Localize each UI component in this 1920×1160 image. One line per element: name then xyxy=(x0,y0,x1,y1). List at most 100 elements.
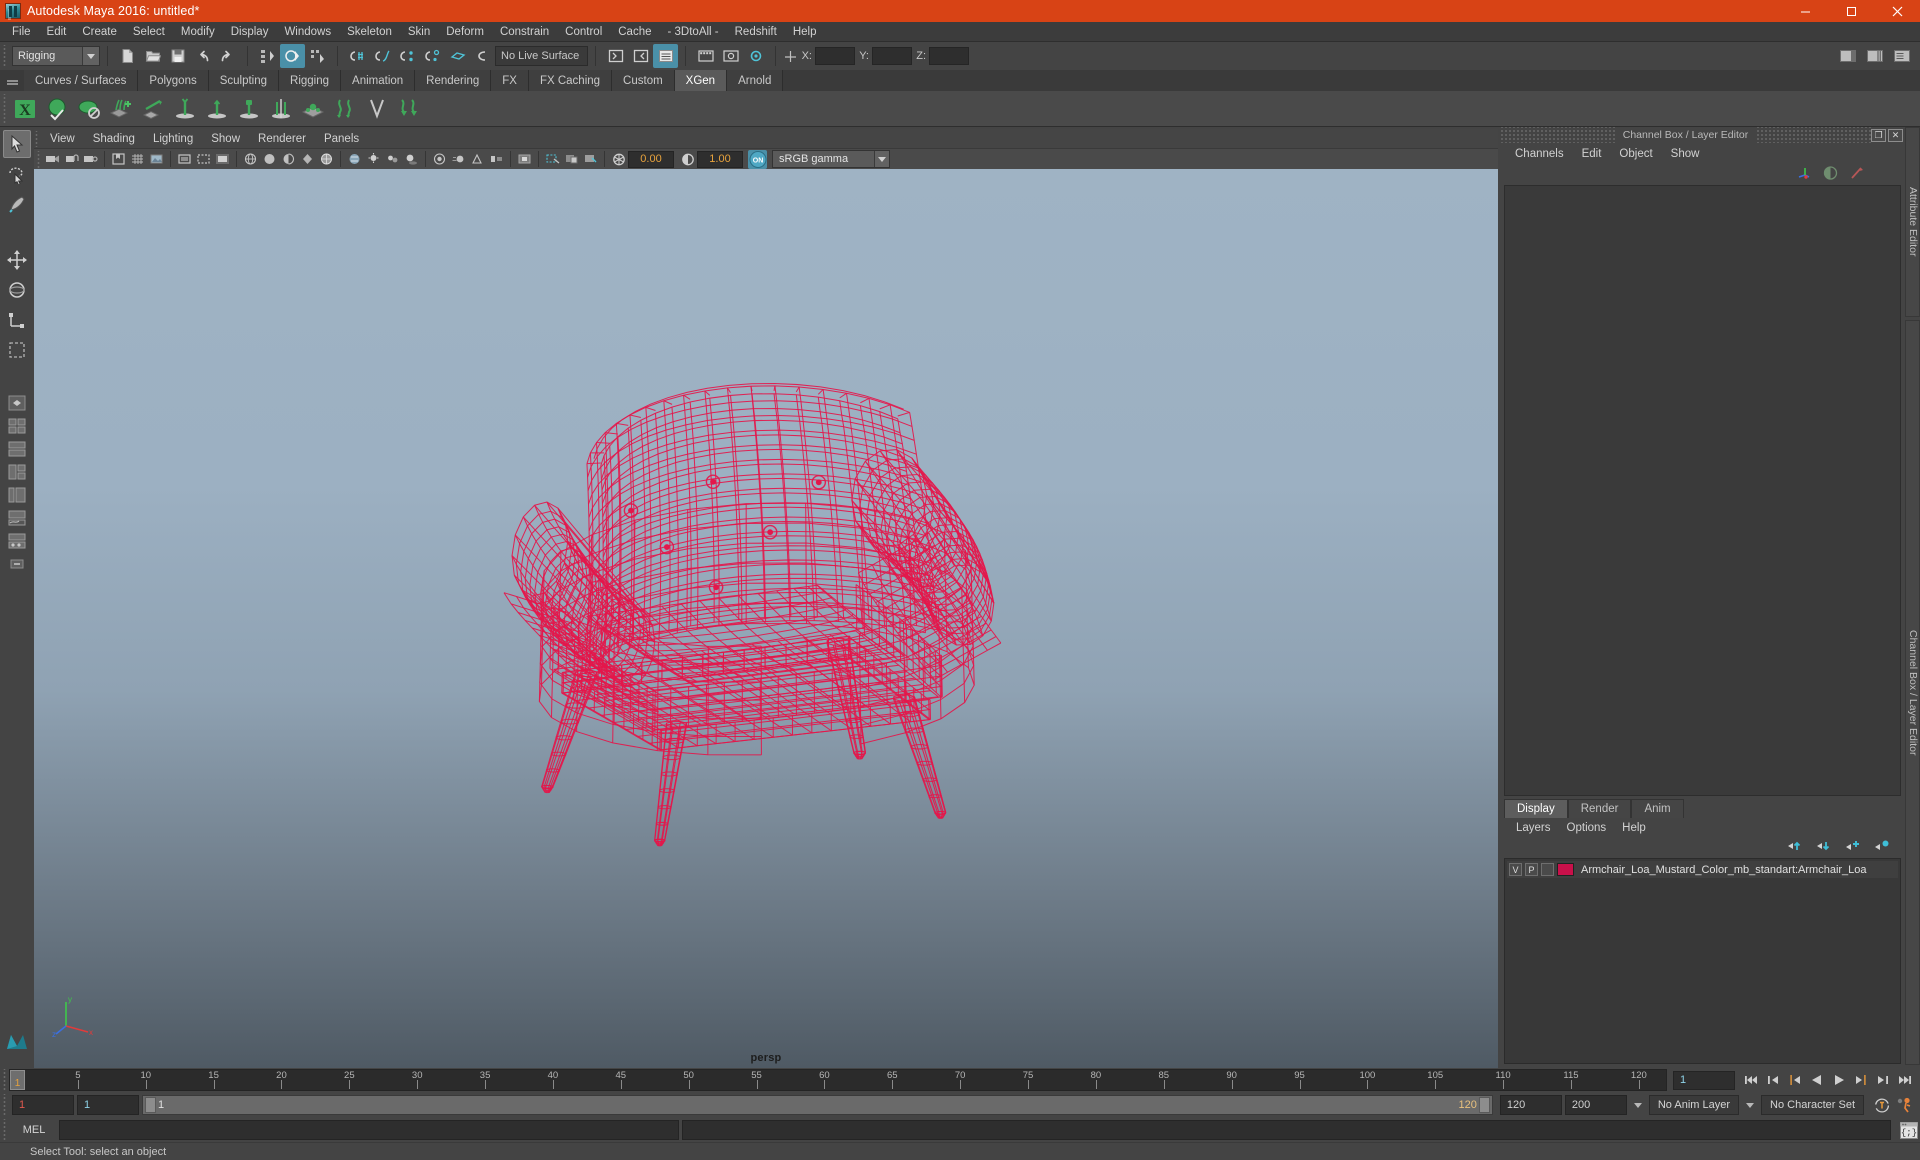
shelf-gripper[interactable] xyxy=(2,93,9,124)
character-set-dropdown-arrow-icon[interactable] xyxy=(1742,1095,1758,1115)
channel-box-attribute-list[interactable] xyxy=(1504,185,1901,796)
sidebar-toggle-tool-settings-icon[interactable] xyxy=(1862,44,1887,68)
armchair-wireframe-model[interactable] xyxy=(34,169,1498,1068)
shadows-toggle-icon[interactable] xyxy=(402,150,421,169)
layer-row[interactable]: V P Armchair_Loa_Mustard_Color_mb_standart… xyxy=(1507,861,1898,878)
xgen-editor-icon[interactable]: X xyxy=(9,93,41,125)
xgen-import-collection-icon[interactable] xyxy=(137,93,169,125)
channel-box-menu-object[interactable]: Object xyxy=(1610,146,1661,162)
select-by-hierarchy-icon[interactable] xyxy=(255,44,280,68)
time-slider-gripper[interactable] xyxy=(2,1069,9,1091)
xray-joints-icon[interactable] xyxy=(562,150,581,169)
viewport-menu-shading[interactable]: Shading xyxy=(84,132,144,146)
layer-visibility-toggle[interactable]: V xyxy=(1509,863,1522,876)
more-layouts-icon[interactable] xyxy=(4,553,30,575)
menu-item-windows[interactable]: Windows xyxy=(276,24,339,40)
menu-item-deform[interactable]: Deform xyxy=(438,24,492,40)
menuset-selector[interactable]: Rigging xyxy=(12,46,100,66)
animation-start-time-field[interactable]: 1 xyxy=(12,1095,74,1115)
minimize-button[interactable] xyxy=(1782,0,1828,22)
z-input[interactable] xyxy=(929,47,969,65)
xgen-cut-icon[interactable] xyxy=(361,93,393,125)
x-input[interactable] xyxy=(815,47,855,65)
shelf-tab-fx[interactable]: FX xyxy=(491,70,529,91)
viewport-menu-lighting[interactable]: Lighting xyxy=(144,132,202,146)
command-output-field[interactable] xyxy=(682,1120,1891,1140)
xgen-clump-icon[interactable] xyxy=(297,93,329,125)
undo-icon[interactable] xyxy=(190,44,215,68)
snap-to-view-plane-icon[interactable] xyxy=(445,44,470,68)
layer-list[interactable]: V P Armchair_Loa_Mustard_Color_mb_standart… xyxy=(1504,858,1901,1064)
multisample-aa-icon[interactable] xyxy=(468,150,487,169)
use-all-lights-icon[interactable] xyxy=(383,150,402,169)
three-panes-split-icon[interactable] xyxy=(4,461,30,483)
gamma-icon[interactable] xyxy=(678,150,697,169)
show-hide-tool-settings-icon[interactable] xyxy=(628,44,653,68)
open-scene-icon[interactable] xyxy=(140,44,165,68)
range-slider-bar[interactable]: 1 120 xyxy=(142,1095,1493,1115)
layer-editor-menu-options[interactable]: Options xyxy=(1559,821,1615,835)
command-input-field[interactable] xyxy=(59,1120,679,1140)
move-tool-icon[interactable] xyxy=(3,246,31,274)
wireframe-icon[interactable] xyxy=(241,150,260,169)
layer-editor-menu-layers[interactable]: Layers xyxy=(1508,821,1559,835)
y-input[interactable] xyxy=(872,47,912,65)
step-forward-frame-icon[interactable] xyxy=(1851,1071,1870,1090)
sidebar-toggle-channel-box-icon[interactable] xyxy=(1889,44,1914,68)
four-view-layout-icon[interactable] xyxy=(4,415,30,437)
shelf-tab-arnold[interactable]: Arnold xyxy=(727,70,784,91)
range-slider-right-handle[interactable] xyxy=(1478,1097,1490,1113)
select-by-object-icon[interactable] xyxy=(280,44,305,68)
viewport-menu-renderer[interactable]: Renderer xyxy=(249,132,315,146)
shelf-tab-rigging[interactable]: Rigging xyxy=(279,70,342,91)
outliner-persp-layout-icon[interactable] xyxy=(4,484,30,506)
script-editor-icon[interactable]: {;} xyxy=(1898,1120,1920,1140)
playback-start-time-field[interactable]: 1 xyxy=(77,1095,139,1115)
go-to-start-icon[interactable] xyxy=(1741,1071,1760,1090)
xray-icon[interactable] xyxy=(543,150,562,169)
snap-to-point-icon[interactable] xyxy=(395,44,420,68)
animation-preferences-icon[interactable] xyxy=(1873,1096,1892,1115)
screen-space-ao-icon[interactable] xyxy=(430,150,449,169)
channel-box-menu-channels[interactable]: Channels xyxy=(1506,146,1573,162)
viewport-menu-view[interactable]: View xyxy=(41,132,84,146)
snap-to-projected-center-icon[interactable] xyxy=(420,44,445,68)
range-slider-gripper[interactable] xyxy=(2,1094,9,1116)
viewport-menu-panels[interactable]: Panels xyxy=(315,132,368,146)
smooth-shade-all-icon[interactable] xyxy=(260,150,279,169)
lock-camera-icon[interactable] xyxy=(62,150,81,169)
scale-tool-icon[interactable] xyxy=(3,306,31,334)
gate-mask-icon[interactable] xyxy=(213,150,232,169)
menu-item-help[interactable]: Help xyxy=(785,24,825,40)
play-forwards-icon[interactable] xyxy=(1829,1071,1848,1090)
shelf-tab-sculpting[interactable]: Sculpting xyxy=(208,70,280,91)
image-plane-icon[interactable] xyxy=(147,150,166,169)
two-panes-stacked-icon[interactable] xyxy=(4,438,30,460)
character-set-selector[interactable]: No Character Set xyxy=(1761,1095,1864,1115)
resolution-gate-icon[interactable] xyxy=(194,150,213,169)
shelf-tab-rendering[interactable]: Rendering xyxy=(415,70,492,91)
hypershade-persp-layout-icon[interactable] xyxy=(4,530,30,552)
paint-select-tool-icon[interactable] xyxy=(3,190,31,218)
exposure-icon[interactable] xyxy=(609,150,628,169)
menu-item-edit[interactable]: Edit xyxy=(39,24,75,40)
xgen-lock-brush-icon[interactable] xyxy=(233,93,265,125)
new-layer-from-selected-icon[interactable] xyxy=(1873,839,1891,858)
last-tool-icon[interactable] xyxy=(3,336,31,364)
isolate-select-icon[interactable] xyxy=(515,150,534,169)
new-layer-icon[interactable] xyxy=(1844,839,1862,858)
menu-item-file[interactable]: File xyxy=(4,24,39,40)
xray-active-components-icon[interactable] xyxy=(581,150,600,169)
channel-box-icon[interactable] xyxy=(1796,165,1813,186)
live-surface-field[interactable]: No Live Surface xyxy=(495,46,588,66)
film-gate-icon[interactable] xyxy=(175,150,194,169)
menu-item-cache[interactable]: Cache xyxy=(610,24,659,40)
redo-icon[interactable] xyxy=(215,44,240,68)
use-default-lighting-icon[interactable] xyxy=(364,150,383,169)
shelf-tab-fx-caching[interactable]: FX Caching xyxy=(528,70,613,91)
menu-item-skin[interactable]: Skin xyxy=(400,24,438,40)
auto-keyframe-icon[interactable] xyxy=(1895,1096,1914,1115)
snap-to-curve-icon[interactable] xyxy=(370,44,395,68)
go-to-end-icon[interactable] xyxy=(1895,1071,1914,1090)
snap-to-grid-icon[interactable] xyxy=(345,44,370,68)
